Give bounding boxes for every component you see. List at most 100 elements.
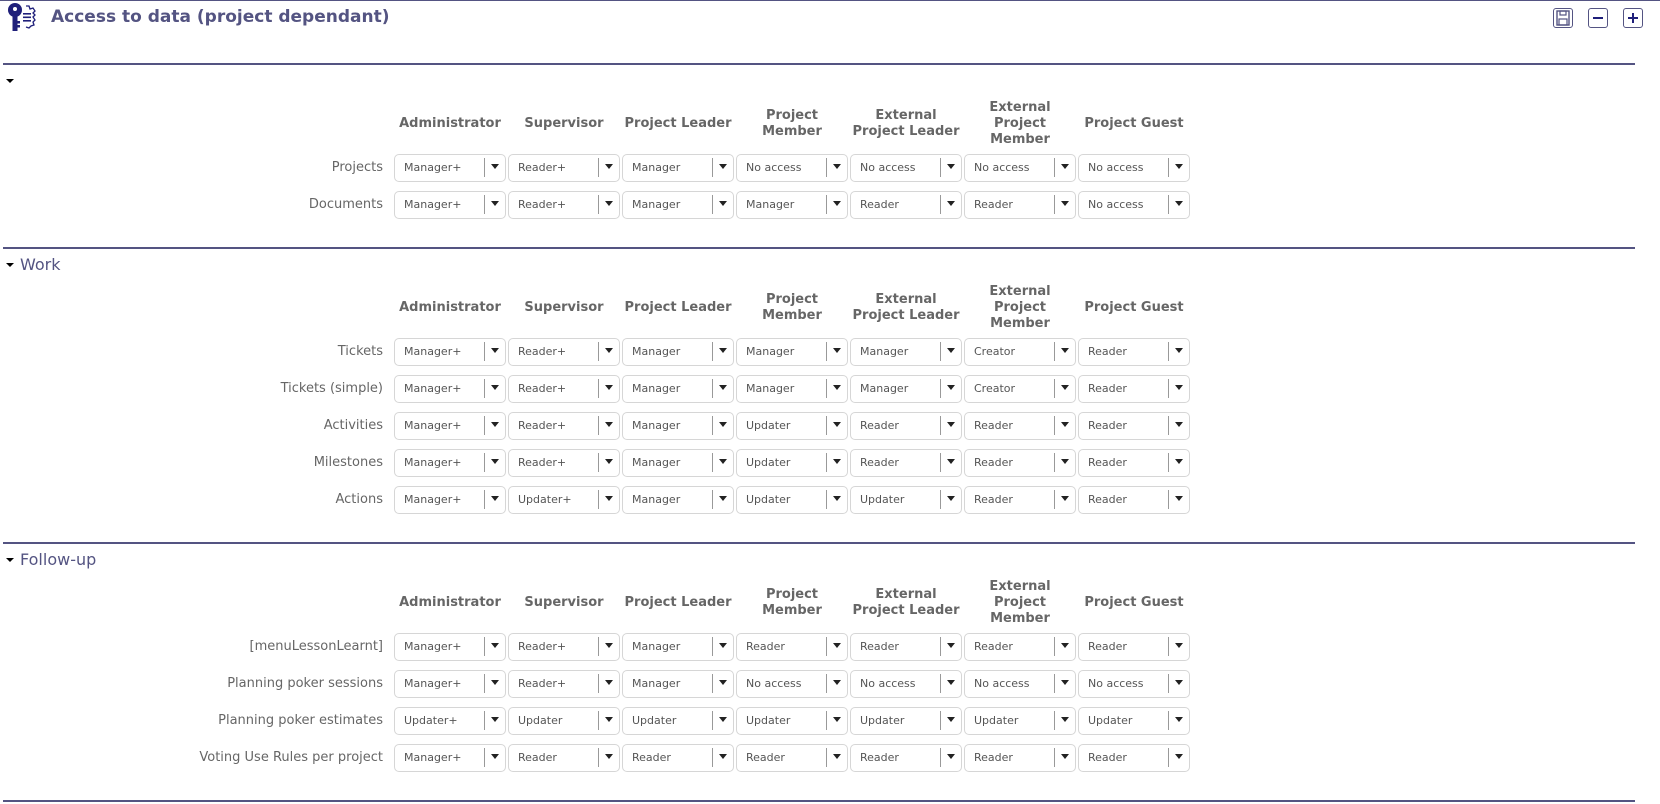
dropdown-arrow-icon[interactable] [605, 422, 613, 427]
dropdown-arrow-icon[interactable] [605, 348, 613, 353]
dropdown-arrow-icon[interactable] [605, 496, 613, 501]
access-select[interactable]: Reader [1078, 449, 1190, 477]
access-select[interactable]: Updater [850, 486, 962, 514]
access-select[interactable]: Manager [622, 412, 734, 440]
dropdown-arrow-icon[interactable] [833, 422, 841, 427]
dropdown-arrow-icon[interactable] [1175, 422, 1183, 427]
access-select[interactable]: Reader [964, 412, 1076, 440]
dropdown-arrow-icon[interactable] [947, 643, 955, 648]
access-select[interactable]: Reader [1078, 744, 1190, 772]
dropdown-arrow-icon[interactable] [605, 717, 613, 722]
dropdown-arrow-icon[interactable] [491, 754, 499, 759]
access-select[interactable]: Manager [850, 338, 962, 366]
access-select[interactable]: Reader+ [508, 412, 620, 440]
access-select[interactable]: Manager [622, 375, 734, 403]
section-toggle[interactable] [6, 70, 20, 90]
access-select[interactable]: Manager [850, 375, 962, 403]
dropdown-arrow-icon[interactable] [833, 680, 841, 685]
access-select[interactable]: Updater [850, 707, 962, 735]
dropdown-arrow-icon[interactable] [719, 459, 727, 464]
dropdown-arrow-icon[interactable] [719, 496, 727, 501]
access-select[interactable]: Creator [964, 375, 1076, 403]
access-select[interactable]: Reader [964, 744, 1076, 772]
dropdown-arrow-icon[interactable] [605, 643, 613, 648]
access-select[interactable]: Reader [622, 744, 734, 772]
access-select[interactable]: No access [850, 154, 962, 182]
access-select[interactable]: Reader+ [508, 449, 620, 477]
access-select[interactable]: Updater+ [394, 707, 506, 735]
access-select[interactable]: No access [1078, 191, 1190, 219]
dropdown-arrow-icon[interactable] [947, 201, 955, 206]
dropdown-arrow-icon[interactable] [1061, 754, 1069, 759]
dropdown-arrow-icon[interactable] [1175, 459, 1183, 464]
access-select[interactable]: No access [1078, 670, 1190, 698]
access-select[interactable]: Updater [622, 707, 734, 735]
dropdown-arrow-icon[interactable] [491, 385, 499, 390]
dropdown-arrow-icon[interactable] [605, 680, 613, 685]
dropdown-arrow-icon[interactable] [491, 643, 499, 648]
access-select[interactable]: Reader [1078, 633, 1190, 661]
dropdown-arrow-icon[interactable] [1175, 717, 1183, 722]
dropdown-arrow-icon[interactable] [1061, 459, 1069, 464]
access-select[interactable]: Reader+ [508, 633, 620, 661]
access-select[interactable]: Manager+ [394, 412, 506, 440]
access-select[interactable]: Manager [736, 375, 848, 403]
access-select[interactable]: Reader [1078, 412, 1190, 440]
dropdown-arrow-icon[interactable] [947, 348, 955, 353]
dropdown-arrow-icon[interactable] [491, 680, 499, 685]
access-select[interactable]: Reader+ [508, 375, 620, 403]
dropdown-arrow-icon[interactable] [719, 348, 727, 353]
access-select[interactable]: Reader+ [508, 191, 620, 219]
dropdown-arrow-icon[interactable] [833, 385, 841, 390]
access-select[interactable]: Manager+ [394, 744, 506, 772]
dropdown-arrow-icon[interactable] [491, 348, 499, 353]
access-select[interactable]: Manager [622, 191, 734, 219]
access-select[interactable]: Reader [850, 633, 962, 661]
access-select[interactable]: Manager+ [394, 191, 506, 219]
access-select[interactable]: Reader [736, 633, 848, 661]
access-select[interactable]: Reader [850, 412, 962, 440]
dropdown-arrow-icon[interactable] [1175, 680, 1183, 685]
dropdown-arrow-icon[interactable] [833, 459, 841, 464]
dropdown-arrow-icon[interactable] [1061, 643, 1069, 648]
dropdown-arrow-icon[interactable] [1061, 385, 1069, 390]
dropdown-arrow-icon[interactable] [719, 680, 727, 685]
dropdown-arrow-icon[interactable] [491, 717, 499, 722]
access-select[interactable]: Manager+ [394, 633, 506, 661]
dropdown-arrow-icon[interactable] [1061, 717, 1069, 722]
access-select[interactable]: Updater+ [508, 486, 620, 514]
dropdown-arrow-icon[interactable] [833, 717, 841, 722]
dropdown-arrow-icon[interactable] [719, 422, 727, 427]
dropdown-arrow-icon[interactable] [605, 385, 613, 390]
dropdown-arrow-icon[interactable] [833, 754, 841, 759]
dropdown-arrow-icon[interactable] [833, 643, 841, 648]
access-select[interactable]: Manager+ [394, 670, 506, 698]
access-select[interactable]: Reader [1078, 338, 1190, 366]
dropdown-arrow-icon[interactable] [1061, 201, 1069, 206]
access-select[interactable]: No access [964, 154, 1076, 182]
dropdown-arrow-icon[interactable] [1061, 422, 1069, 427]
dropdown-arrow-icon[interactable] [1061, 164, 1069, 169]
dropdown-arrow-icon[interactable] [491, 201, 499, 206]
section-toggle[interactable]: Work [6, 254, 61, 274]
dropdown-arrow-icon[interactable] [947, 754, 955, 759]
dropdown-arrow-icon[interactable] [1175, 201, 1183, 206]
dropdown-arrow-icon[interactable] [833, 201, 841, 206]
dropdown-arrow-icon[interactable] [1175, 496, 1183, 501]
dropdown-arrow-icon[interactable] [947, 459, 955, 464]
access-select[interactable]: Manager [622, 338, 734, 366]
access-select[interactable]: Reader [964, 449, 1076, 477]
access-select[interactable]: Updater [736, 486, 848, 514]
access-select[interactable]: No access [736, 670, 848, 698]
dropdown-arrow-icon[interactable] [947, 385, 955, 390]
access-select[interactable]: Reader+ [508, 338, 620, 366]
access-select[interactable]: Updater [508, 707, 620, 735]
dropdown-arrow-icon[interactable] [833, 348, 841, 353]
access-select[interactable]: Manager [622, 486, 734, 514]
access-select[interactable]: Updater [964, 707, 1076, 735]
access-select[interactable]: Reader [1078, 375, 1190, 403]
access-select[interactable]: Reader [964, 633, 1076, 661]
access-select[interactable]: Updater [1078, 707, 1190, 735]
access-select[interactable]: Updater [736, 707, 848, 735]
access-select[interactable]: Reader [964, 486, 1076, 514]
